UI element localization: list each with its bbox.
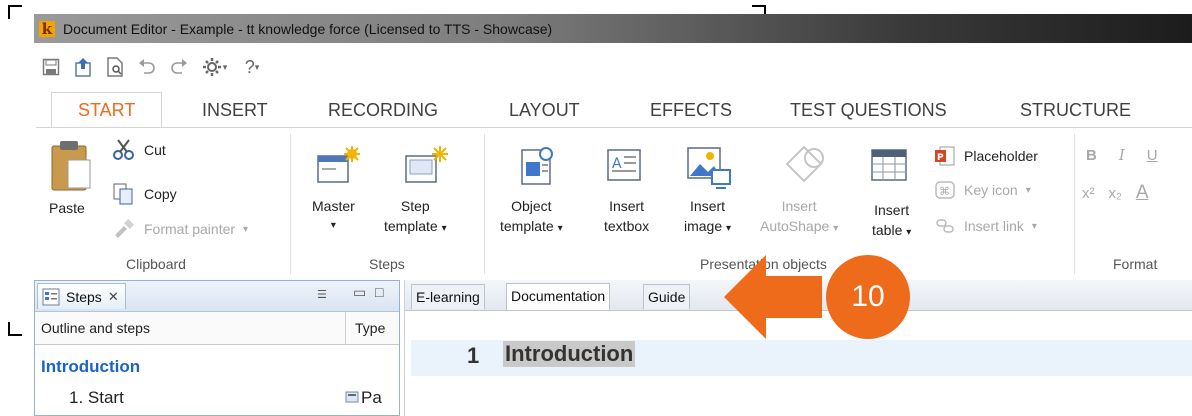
callout-number-badge: 10 — [826, 255, 910, 339]
callout-arrow — [724, 255, 822, 339]
